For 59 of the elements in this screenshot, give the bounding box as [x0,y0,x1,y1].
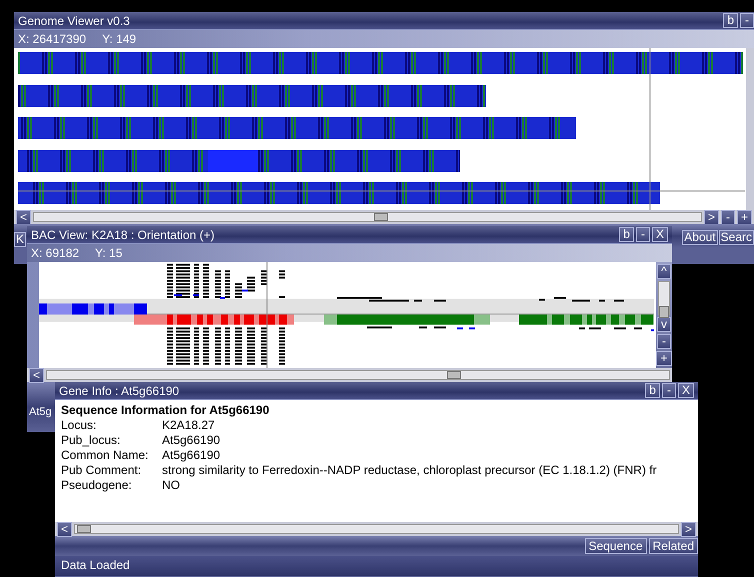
gene-label: At5g [29,406,52,418]
field-value: strong similarity to Ferredoxin--NADP reductase, chloroplast precursor (EC 1.18.1.2) (FNR) fr [162,463,657,478]
y-coordinate: Y: 15 [94,246,124,260]
status-text: Data Loaded [61,558,130,572]
scrollbar-thumb[interactable] [659,306,669,318]
window-button[interactable]: - [636,227,650,242]
navigation-button[interactable]: - [720,210,735,224]
field-value: K2A18.27 [162,418,215,433]
vertical-scrollbar[interactable] [658,281,670,315]
tab-button[interactable]: Sequence [584,538,647,554]
scroll-left-button[interactable]: < [57,522,72,536]
window-button[interactable]: b [645,383,660,398]
field-label: Pub_locus: [61,433,122,448]
chromosome-track[interactable] [18,117,576,139]
side-button[interactable]: + [656,351,672,366]
menu-button[interactable]: About [682,230,718,245]
scrollbar-thumb[interactable] [447,371,462,379]
scroll-left-button[interactable]: < [16,210,32,224]
field-value: NO [162,478,180,493]
scroll-left-button[interactable]: < [29,368,44,382]
field-label: Locus: [61,418,98,433]
chromosome-track[interactable] [18,85,486,107]
chromosome-track[interactable] [18,182,660,204]
field-label: Pub Comment: [61,463,142,478]
window-button[interactable]: X [678,383,694,398]
field-label: Common Name: [61,448,150,463]
tab-button[interactable]: Related [648,538,698,554]
horizontal-scrollbar[interactable] [46,370,670,380]
scrollbar-thumb[interactable] [77,525,92,533]
navigation-button[interactable]: > [704,210,719,224]
x-coordinate: X: 26417390 [17,32,88,46]
field-label: Pseudogene: [61,478,133,493]
y-coordinate: Y: 149 [101,32,138,46]
field-value: At5g66190 [162,448,220,463]
side-button[interactable]: - [657,334,671,349]
horizontal-scrollbar[interactable] [33,212,702,222]
window-title: BAC View: K2A18 : Orientation (+) [31,228,215,242]
window-button[interactable]: - [740,13,754,28]
window-title: Genome Viewer v0.3 [18,14,130,28]
window-button[interactable]: - [662,383,676,398]
scroll-up-button[interactable]: ^ [657,264,671,279]
window-button[interactable]: b [723,13,738,28]
section-heading: Sequence Information for At5g66190 [61,403,270,417]
field-value: At5g66190 [162,433,220,448]
horizontal-scrollbar[interactable] [74,524,679,534]
navigation-button[interactable]: + [736,210,752,224]
side-button[interactable]: v [657,317,671,332]
menu-button[interactable]: Searc [718,230,754,245]
vertical-scrollbar[interactable] [746,48,754,210]
scrollbar-thumb[interactable] [374,213,388,221]
window-button[interactable]: b [619,227,634,242]
window-button[interactable]: X [652,227,668,242]
window-title: Gene Info : At5g66190 [59,384,180,398]
side-tab-button[interactable]: K [14,232,26,247]
scroll-right-button[interactable]: > [680,522,696,536]
chromosome-track[interactable] [18,150,460,172]
x-coordinate: X: 69182 [30,246,80,260]
gene-feature-drawing[interactable] [39,264,654,365]
chromosome-track[interactable] [18,52,743,74]
